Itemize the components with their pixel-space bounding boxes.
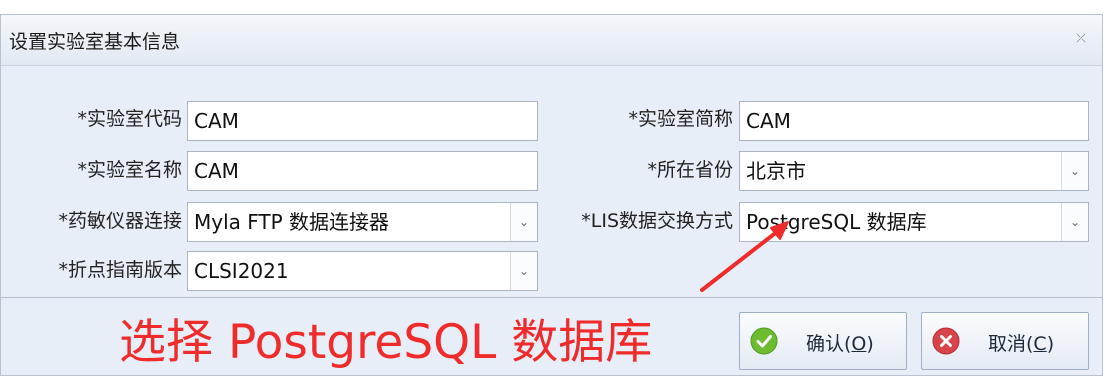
chevron-down-icon[interactable]: ⌄ (1061, 203, 1088, 241)
lab-info-form: *实验室代码 CAM *实验室简称 CAM *实验室名称 CAM *所在省份 北… (1, 65, 1102, 297)
province-value: 北京市 (746, 159, 806, 183)
lis-mode-label: *LIS数据交换方式 (581, 210, 733, 232)
cancel-icon (932, 327, 960, 355)
province-select[interactable]: 北京市 ⌄ (739, 151, 1089, 191)
title-bar: 设置实验室基本信息 ⤫ (1, 15, 1102, 66)
footer-divider (1, 297, 1102, 298)
settings-dialog: 设置实验室基本信息 ⤫ *实验室代码 CAM *实验室简称 CAM *实验室名称… (0, 14, 1103, 376)
lab-short-label: *实验室简称 (628, 108, 733, 130)
ok-button-label: 确认(O) (806, 333, 874, 355)
close-icon[interactable]: ⤫ (1074, 31, 1088, 45)
province-label: *所在省份 (647, 159, 733, 181)
dialog-title: 设置实验室基本信息 (9, 31, 181, 53)
annotation-text: 选择 PostgreSQL 数据库 (119, 315, 653, 370)
chevron-down-icon[interactable]: ⌄ (1061, 152, 1088, 190)
cancel-button[interactable]: 取消(C) (921, 312, 1089, 370)
instrument-label: *药敏仪器连接 (58, 210, 182, 232)
chevron-down-icon[interactable]: ⌄ (510, 252, 537, 290)
chevron-down-icon[interactable]: ⌄ (510, 203, 537, 241)
lab-code-input[interactable]: CAM (187, 101, 538, 141)
lab-name-input[interactable]: CAM (187, 151, 538, 191)
instrument-select[interactable]: Myla FTP 数据连接器 ⌄ (187, 202, 538, 242)
ok-button[interactable]: 确认(O) (739, 312, 907, 370)
breakpoint-label: *折点指南版本 (58, 259, 182, 281)
breakpoint-select[interactable]: CLSI2021 ⌄ (187, 251, 538, 291)
instrument-value: Myla FTP 数据连接器 (194, 210, 390, 234)
lis-mode-value: PostgreSQL 数据库 (746, 210, 927, 234)
lab-short-input[interactable]: CAM (739, 101, 1089, 141)
check-icon (750, 327, 778, 355)
cancel-button-label: 取消(C) (988, 333, 1055, 355)
lis-mode-select[interactable]: PostgreSQL 数据库 ⌄ (739, 202, 1089, 242)
lab-code-label: *实验室代码 (77, 108, 182, 130)
lab-name-label: *实验室名称 (77, 159, 182, 181)
breakpoint-value: CLSI2021 (194, 259, 289, 283)
